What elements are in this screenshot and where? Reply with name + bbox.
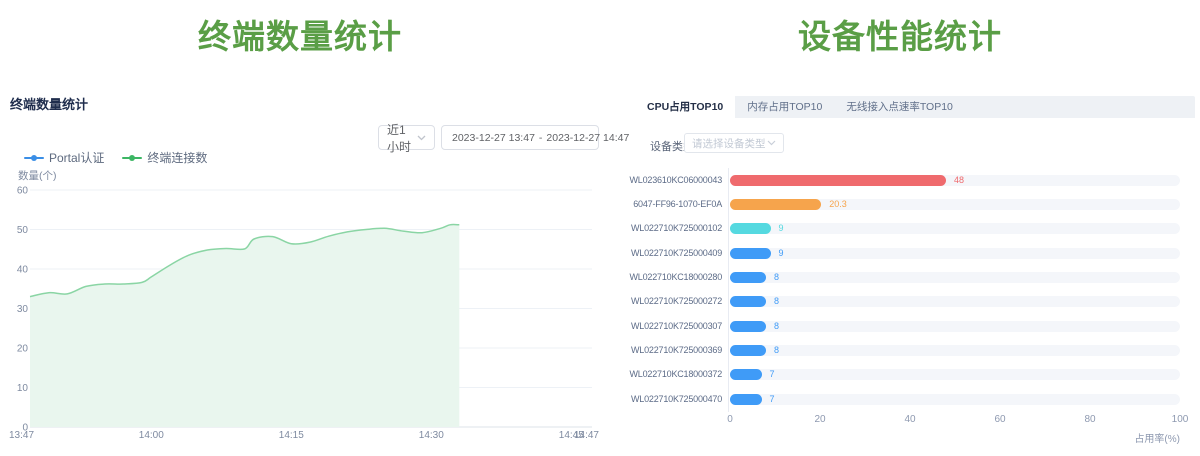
bar-x-tick-label: 0 xyxy=(715,414,745,425)
bar-fill xyxy=(730,369,762,380)
line-chart: 0102030405060数量(个)13:4714:0014:1514:3014… xyxy=(0,0,600,456)
bar-chart: WL023610KC06000043 48 6047-FF96-1070-EF0A 2… xyxy=(600,0,1200,456)
bar-label: WL022710K725000470 xyxy=(600,394,722,405)
bar-label: WL022710K725000409 xyxy=(600,248,722,259)
bar-label: WL022710K725000272 xyxy=(600,296,722,307)
bar-x-tick-label: 40 xyxy=(895,414,925,425)
bar-row: WL022710K725000369 8 xyxy=(600,345,1200,356)
bar-row: WL022710K725000272 8 xyxy=(600,296,1200,307)
bar-label: WL022710K725000307 xyxy=(600,321,722,332)
bar-value: 8 xyxy=(774,296,779,307)
bar-fill xyxy=(730,199,821,210)
bar-value: 8 xyxy=(774,321,779,332)
bar-fill xyxy=(730,394,762,405)
bar-fill xyxy=(730,248,771,259)
bar-x-tick-label: 80 xyxy=(1075,414,1105,425)
bar-track xyxy=(730,394,1180,405)
bar-row: 6047-FF96-1070-EF0A 20.3 xyxy=(600,199,1200,210)
bar-fill xyxy=(730,345,766,356)
x-tick-label: 14:00 xyxy=(139,430,164,441)
bar-fill xyxy=(730,223,771,234)
bar-fill xyxy=(730,321,766,332)
bar-value: 9 xyxy=(779,248,784,259)
bar-x-tick-label: 20 xyxy=(805,414,835,425)
bar-x-tick-label: 60 xyxy=(985,414,1015,425)
bar-value: 8 xyxy=(774,272,779,283)
terminal-count-panel: 终端数量统计 终端数量统计 近1小时 2023-12-27 13:47 - 20… xyxy=(0,0,600,456)
bar-track xyxy=(730,369,1180,380)
bar-label: WL022710KC18000280 xyxy=(600,272,722,283)
bar-label: WL022710KC18000372 xyxy=(600,369,722,380)
bar-row: WL022710KC18000372 7 xyxy=(600,369,1200,380)
y-tick-label: 60 xyxy=(17,186,29,197)
y-tick-label: 10 xyxy=(17,383,29,394)
bar-label: 6047-FF96-1070-EF0A xyxy=(600,199,722,210)
bar-x-tick-label: 100 xyxy=(1165,414,1195,425)
bar-row: WL022710K725000102 9 xyxy=(600,223,1200,234)
bar-fill xyxy=(730,175,946,186)
bar-row: WL023610KC06000043 48 xyxy=(600,175,1200,186)
bar-track xyxy=(730,296,1180,307)
bar-track xyxy=(730,272,1180,283)
bar-value: 48 xyxy=(954,175,964,186)
bar-row: WL022710K725000470 7 xyxy=(600,394,1200,405)
bar-track xyxy=(730,248,1180,259)
y-tick-label: 20 xyxy=(17,344,29,355)
bar-row: WL022710K725000409 9 xyxy=(600,248,1200,259)
device-performance-panel: 设备性能统计 CPU占用TOP10 内存占用TOP10 无线接入点速率TOP10… xyxy=(600,0,1200,456)
bar-value: 7 xyxy=(770,369,775,380)
bar-track xyxy=(730,223,1180,234)
bar-label: WL023610KC06000043 xyxy=(600,175,722,186)
bar-track xyxy=(730,345,1180,356)
bar-value: 8 xyxy=(774,345,779,356)
bar-fill xyxy=(730,296,766,307)
x-tick-label: 14:15 xyxy=(279,430,304,441)
bar-fill xyxy=(730,272,766,283)
bar-value: 20.3 xyxy=(829,199,847,210)
y-axis-label: 数量(个) xyxy=(18,169,57,182)
x-tick-label: 13:47 xyxy=(9,430,34,441)
bar-value: 7 xyxy=(770,394,775,405)
series-area xyxy=(30,225,459,427)
x-tick-label: 14:30 xyxy=(419,430,444,441)
y-tick-label: 40 xyxy=(17,265,29,276)
bar-label: WL022710K725000369 xyxy=(600,345,722,356)
y-tick-label: 50 xyxy=(17,225,29,236)
x-tick-label: 14:47 xyxy=(574,430,599,441)
y-tick-label: 30 xyxy=(17,304,29,315)
bar-row: WL022710K725000307 8 xyxy=(600,321,1200,332)
bar-label: WL022710K725000102 xyxy=(600,223,722,234)
bar-value: 9 xyxy=(779,223,784,234)
bar-row: WL022710KC18000280 8 xyxy=(600,272,1200,283)
bar-track xyxy=(730,321,1180,332)
bar-x-axis-label: 占用率(%) xyxy=(1080,430,1180,445)
